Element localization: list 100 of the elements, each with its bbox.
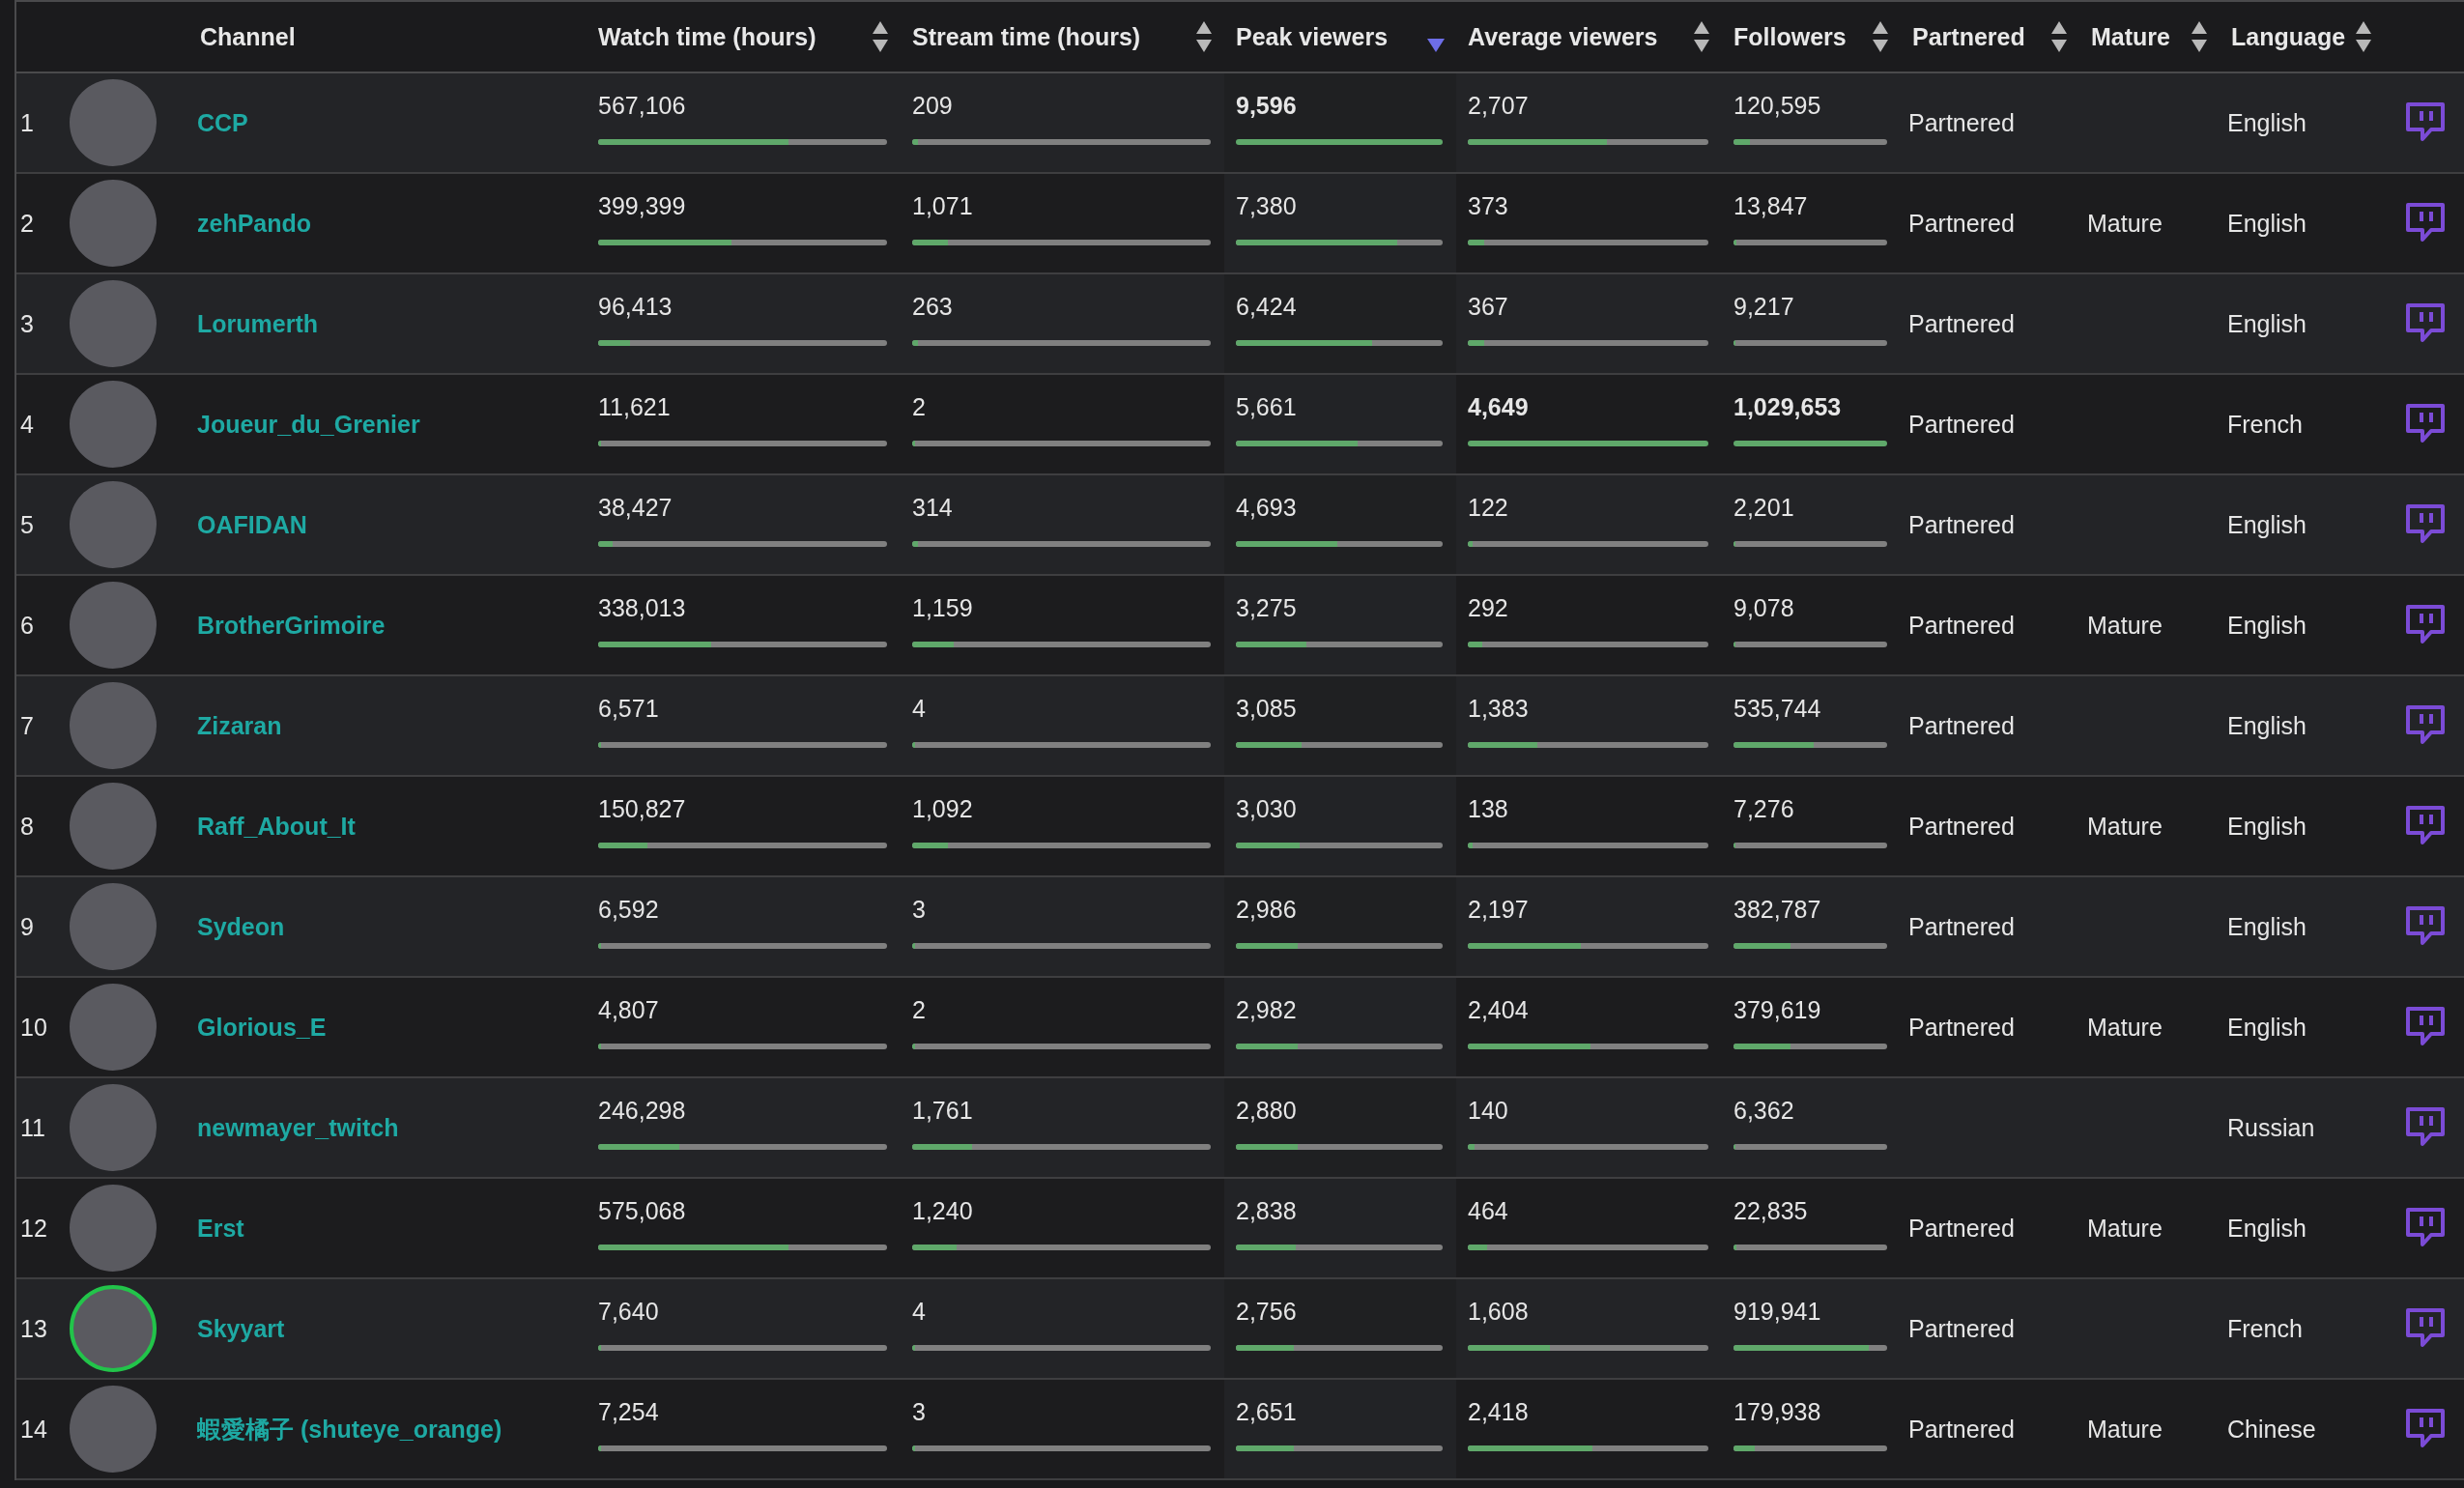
metric-value: 2,986: [1236, 895, 1298, 924]
channel-link[interactable]: Glorious_E: [181, 1013, 327, 1042]
metric-value: 4,693: [1236, 493, 1298, 522]
channel-link[interactable]: newmayer_twitch: [181, 1113, 399, 1142]
metric-value: 575,068: [598, 1196, 687, 1225]
metric-value: 7,380: [1236, 191, 1298, 220]
chat-bubble-icon[interactable]: [2405, 203, 2445, 243]
language-label: English: [2226, 108, 2306, 137]
mature-label: Mature: [2086, 1415, 2163, 1444]
metric-value: 9,078: [1733, 593, 1795, 622]
chat-bubble-icon[interactable]: [2405, 1308, 2445, 1349]
sort-icon[interactable]: [1693, 21, 1710, 52]
channel-link[interactable]: Sydeon: [181, 912, 285, 941]
metric-value: 4,649: [1468, 392, 1530, 421]
mature-label: Mature: [2086, 1214, 2163, 1243]
chat-bubble-icon[interactable]: [2405, 102, 2445, 143]
mature-label: Mature: [2086, 611, 2163, 640]
chat-bubble-icon[interactable]: [2405, 504, 2445, 545]
channel-link[interactable]: CCP: [181, 108, 248, 137]
rank-number: 10: [20, 1013, 47, 1042]
rank-number: 14: [20, 1415, 47, 1444]
metric-value: 464: [1468, 1196, 1509, 1225]
metric-value: 4,807: [598, 995, 660, 1024]
partnered-label: Partnered: [1907, 1415, 2015, 1444]
sort-icon[interactable]: [2050, 21, 2068, 52]
chat-bubble-icon[interactable]: [2405, 1409, 2445, 1449]
channel-link[interactable]: Erst: [181, 1214, 244, 1243]
rank-number: 13: [20, 1314, 47, 1343]
sort-icon[interactable]: [2355, 21, 2372, 52]
rank-number: 11: [20, 1113, 45, 1142]
partnered-label: Partnered: [1907, 912, 2015, 941]
metric-value: 2,404: [1468, 995, 1530, 1024]
partnered-label: Partnered: [1907, 711, 2015, 740]
metric-value: 7,276: [1733, 794, 1795, 823]
chat-bubble-icon[interactable]: [2405, 1007, 2445, 1047]
mature-label: Mature: [2086, 812, 2163, 841]
metric-value: 373: [1468, 191, 1509, 220]
metric-value: 1,383: [1468, 694, 1530, 723]
chat-bubble-icon[interactable]: [2405, 303, 2445, 344]
metric-value: 314: [912, 493, 954, 522]
partnered-label: Partnered: [1907, 309, 2015, 338]
sort-icon[interactable]: [872, 21, 889, 52]
metric-value: 535,744: [1733, 694, 1822, 723]
sort-icon[interactable]: [1872, 21, 1889, 52]
channel-link[interactable]: Skyyart: [181, 1314, 285, 1343]
channel-link[interactable]: 蝦愛橘子 (shuteye_orange): [181, 1413, 502, 1445]
metric-value: 1,240: [912, 1196, 974, 1225]
rank-number: 5: [20, 510, 34, 539]
sort-icon[interactable]: [1195, 21, 1213, 52]
column-header[interactable]: Followers: [1733, 22, 1847, 51]
mature-label: Mature: [2086, 1013, 2163, 1042]
column-header[interactable]: Watch time (hours): [598, 22, 817, 51]
chat-bubble-icon[interactable]: [2405, 705, 2445, 746]
language-label: English: [2226, 209, 2306, 238]
rank-number: 9: [20, 912, 34, 941]
metric-value: 9,217: [1733, 292, 1795, 321]
column-header[interactable]: Channel: [200, 22, 296, 51]
channel-link[interactable]: Joueur_du_Grenier: [181, 410, 420, 439]
rank-number: 2: [20, 209, 34, 238]
column-header[interactable]: Mature: [2091, 22, 2170, 51]
chat-bubble-icon[interactable]: [2405, 806, 2445, 846]
metric-value: 96,413: [598, 292, 673, 321]
rank-number: 12: [20, 1214, 47, 1243]
channel-link[interactable]: Raff_About_It: [181, 812, 356, 841]
metric-value: 209: [912, 91, 954, 120]
chat-bubble-icon[interactable]: [2405, 1208, 2445, 1248]
channel-link[interactable]: Zizaran: [181, 711, 282, 740]
column-header[interactable]: Average viewers: [1468, 22, 1658, 51]
metric-value: 122: [1468, 493, 1509, 522]
language-label: English: [2226, 812, 2306, 841]
metric-value: 2,651: [1236, 1397, 1298, 1426]
metric-value: 6,362: [1733, 1096, 1795, 1125]
rank-number: 8: [20, 812, 34, 841]
metric-value: 38,427: [598, 493, 673, 522]
channel-link[interactable]: OAFIDAN: [181, 510, 307, 539]
channel-link[interactable]: zehPando: [181, 209, 312, 238]
metric-value: 6,424: [1236, 292, 1298, 321]
language-label: French: [2226, 1314, 2303, 1343]
chat-bubble-icon[interactable]: [2405, 1107, 2445, 1148]
language-label: Russian: [2226, 1113, 2315, 1142]
chat-bubble-icon[interactable]: [2405, 404, 2445, 444]
sort-icon[interactable]: [2191, 21, 2208, 52]
metric-value: 292: [1468, 593, 1509, 622]
metric-value: 1,092: [912, 794, 974, 823]
metric-value: 2,201: [1733, 493, 1795, 522]
metric-value: 4: [912, 1297, 927, 1326]
column-header[interactable]: Language: [2231, 22, 2346, 51]
column-header[interactable]: Peak viewers: [1236, 22, 1389, 51]
metric-value: 367: [1468, 292, 1509, 321]
metric-value: 2,880: [1236, 1096, 1298, 1125]
rank-number: 3: [20, 309, 34, 338]
chat-bubble-icon[interactable]: [2405, 605, 2445, 645]
chat-bubble-icon[interactable]: [2405, 906, 2445, 947]
rank-number: 6: [20, 611, 34, 640]
column-header[interactable]: Partnered: [1912, 22, 2025, 51]
metric-value: 11,621: [598, 392, 672, 421]
metric-value: 140: [1468, 1096, 1509, 1125]
channel-link[interactable]: Lorumerth: [181, 309, 318, 338]
channel-link[interactable]: BrotherGrimoire: [181, 611, 386, 640]
column-header[interactable]: Stream time (hours): [912, 22, 1141, 51]
